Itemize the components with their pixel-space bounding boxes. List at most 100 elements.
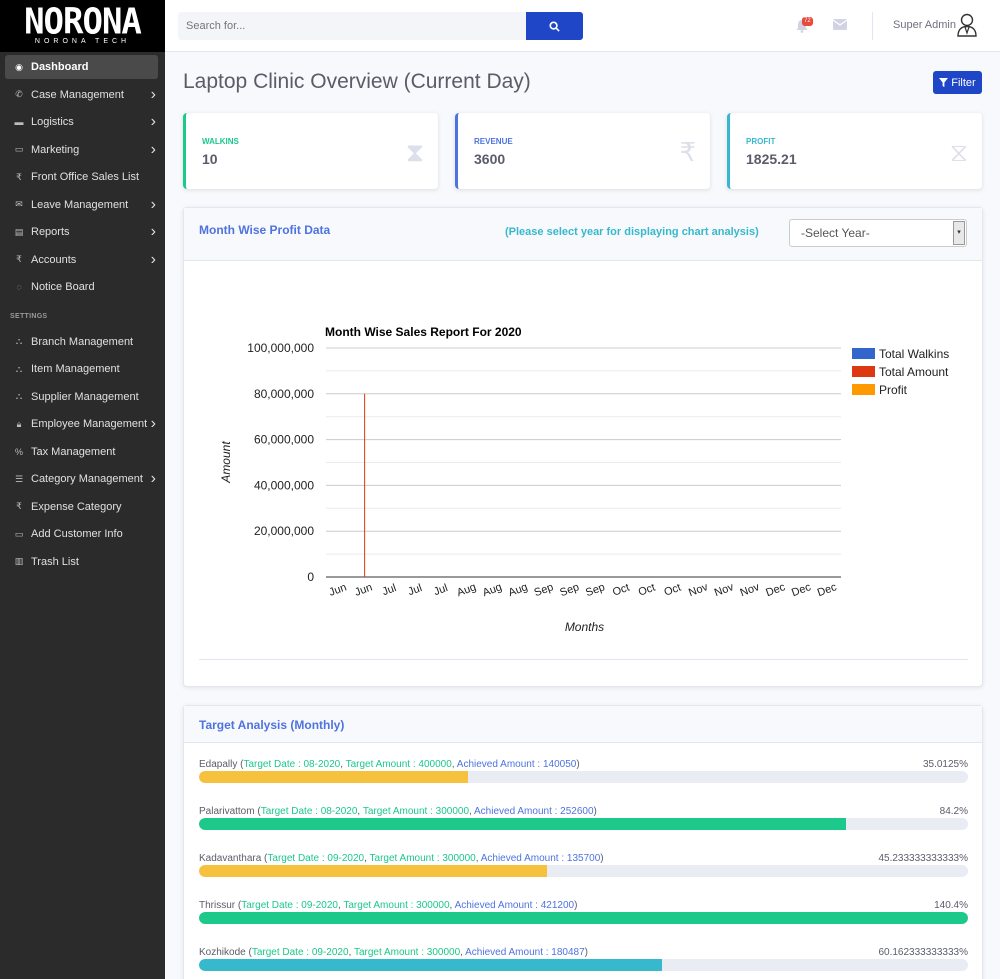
sidebar-item-label: Branch Management — [31, 335, 134, 348]
search-button[interactable] — [526, 12, 583, 40]
target-line: Kozhikode (Target Date : 09-2020, Target… — [199, 947, 589, 958]
achieved-amount: Achieved Amount : 252600 — [474, 806, 594, 817]
y-tick-label: 0 — [307, 570, 314, 584]
sidebar-item-logistics[interactable]: ▬ Logistics › — [0, 109, 165, 137]
x-tick-label: Jul — [381, 582, 398, 598]
sidebar-item-reports[interactable]: ▤ Reports › — [0, 219, 165, 247]
sidebar-item-expense-category[interactable]: ₹ Expense Category — [0, 493, 165, 521]
sidebar-heading-settings: SETTINGS — [10, 312, 48, 320]
user-name[interactable]: Super Admin — [893, 19, 956, 31]
target-percent: 60.162333333333% — [878, 947, 968, 958]
search-input[interactable] — [178, 12, 526, 40]
branch-name: Edapally — [199, 759, 238, 770]
filter-button[interactable]: Filter — [933, 71, 982, 94]
search-icon — [549, 20, 560, 32]
y-tick-label: 100,000,000 — [247, 341, 314, 355]
stat-label: REVENUE — [474, 137, 513, 146]
sidebar-item-leave-management[interactable]: ✉ Leave Management › — [0, 191, 165, 219]
x-tick-label: Oct — [663, 582, 683, 599]
y-axis-title: Amount — [219, 441, 233, 484]
sidebar-item-marketing[interactable]: ▭ Marketing › — [0, 136, 165, 164]
sidebar-item-label: Category Management — [31, 473, 143, 486]
x-tick-label: Nov — [739, 581, 762, 599]
target-amount: Target Amount : 300000 — [353, 947, 461, 958]
search-group — [178, 12, 583, 40]
sidebar-item-trash-list[interactable]: ▥ Trash List — [0, 548, 165, 576]
truck-icon: ▬ — [14, 117, 24, 128]
target-card-title: Target Analysis (Monthly) — [199, 718, 345, 732]
stat-card-walkins: WALKINS 10 ⧗ — [183, 113, 438, 189]
progress-fill — [199, 865, 547, 877]
progress-fill — [199, 771, 469, 783]
sidebar-item-label: Tax Management — [31, 445, 116, 458]
target-date: Target Date : 08-2020 — [243, 759, 341, 770]
sidebar-item-label: Front Office Sales List — [31, 171, 140, 184]
sidebar-item-dashboard[interactable]: ◉ Dashboard — [5, 55, 158, 79]
chevron-right-icon: › — [150, 223, 156, 241]
filter-icon — [939, 78, 949, 87]
sidebar-item-accounts[interactable]: ₹ Accounts › — [0, 246, 165, 274]
brand-name: NORONA — [24, 1, 142, 44]
sidebar-item-label: Expense Category — [31, 500, 122, 513]
target-amount: Target Amount : 400000 — [345, 759, 452, 770]
sidebar-item-case-management[interactable]: ✆ Case Management › — [0, 81, 165, 109]
year-select[interactable]: -Select Year- ▾ — [789, 219, 967, 247]
sitemap-icon: ⛬ — [15, 336, 23, 347]
brand-logo[interactable]: NORONA NORONA TECH — [0, 0, 165, 52]
legend-swatch — [852, 384, 875, 395]
user-avatar-icon[interactable] — [956, 12, 978, 38]
stat-value: 10 — [202, 151, 218, 167]
print-icon: ▤ — [14, 226, 24, 237]
achieved-amount: Achieved Amount : 421200 — [454, 900, 575, 911]
sidebar-item-item-management[interactable]: ⛬ Item Management — [0, 356, 165, 384]
target-analysis-card: Target Analysis (Monthly) Edapally (Targ… — [183, 705, 983, 979]
envelope-icon[interactable] — [833, 19, 847, 30]
x-tick-label: Aug — [481, 581, 504, 599]
chart-divider — [199, 659, 968, 660]
sidebar-item-front-office-sales-list[interactable]: ₹ Front Office Sales List — [0, 164, 165, 192]
stat-value: 1825.21 — [746, 151, 797, 167]
x-tick-label: Sep — [533, 581, 556, 599]
sidebar-item-notice-board[interactable]: ◌ Notice Board — [0, 274, 165, 302]
percent-icon: % — [14, 446, 23, 457]
target-percent: 140.4% — [934, 900, 968, 911]
x-tick-label: Aug — [507, 581, 530, 599]
target-card-header: Target Analysis (Monthly) — [184, 706, 982, 743]
x-tick-label: Dec — [790, 581, 813, 599]
sidebar-item-category-management[interactable]: ☰ Category Management › — [0, 466, 165, 494]
sidebar-item-label: Add Customer Info — [31, 528, 123, 541]
sidebar-item-branch-management[interactable]: ⛬ Branch Management — [0, 328, 165, 356]
progress-fill — [199, 959, 662, 971]
x-tick-label: Sep — [584, 581, 607, 599]
target-date: Target Date : 09-2020 — [267, 853, 365, 864]
chevron-right-icon: › — [150, 195, 156, 213]
sidebar-item-label: Item Management — [31, 363, 120, 376]
stat-label: WALKINS — [202, 137, 239, 146]
chevron-right-icon: › — [150, 415, 156, 433]
sidebar-item-label: Dashboard — [31, 61, 89, 73]
chevron-right-icon: › — [150, 113, 156, 131]
stat-label: PROFIT — [746, 137, 776, 146]
profit-card-header: Month Wise Profit Data (Please select ye… — [184, 208, 982, 261]
sidebar-item-supplier-management[interactable]: ⛬ Supplier Management — [0, 383, 165, 411]
sidebar-item-employee-management[interactable]: 🔒︎ Employee Management › — [0, 411, 165, 439]
progress-track — [199, 865, 968, 877]
y-tick-label: 60,000,000 — [254, 433, 314, 447]
lock-icon: 🔒︎ — [16, 418, 22, 429]
branch-name: Kadavanthara — [199, 853, 262, 864]
legend-label: Profit — [879, 383, 908, 397]
notification-badge: 72 — [802, 17, 813, 26]
phone-icon: ✆ — [15, 89, 23, 100]
dashboard-icon: ◉ — [15, 61, 23, 72]
sidebar-item-add-customer-info[interactable]: ▭ Add Customer Info — [0, 521, 165, 549]
legend-swatch — [852, 348, 875, 359]
sidebar-item-label: Trash List — [31, 555, 79, 568]
rupee-icon: ₹ — [16, 501, 22, 512]
trash-icon: ▥ — [14, 556, 24, 567]
chart-title: Month Wise Sales Report For 2020 — [325, 325, 522, 339]
sitemap-icon: ⛬ — [15, 363, 23, 374]
sidebar-item-tax-management[interactable]: % Tax Management — [0, 438, 165, 466]
progress-track — [199, 959, 968, 971]
sidebar-item-label: Accounts — [31, 253, 77, 266]
stat-card-revenue: REVENUE 3600 ₹ — [455, 113, 710, 189]
